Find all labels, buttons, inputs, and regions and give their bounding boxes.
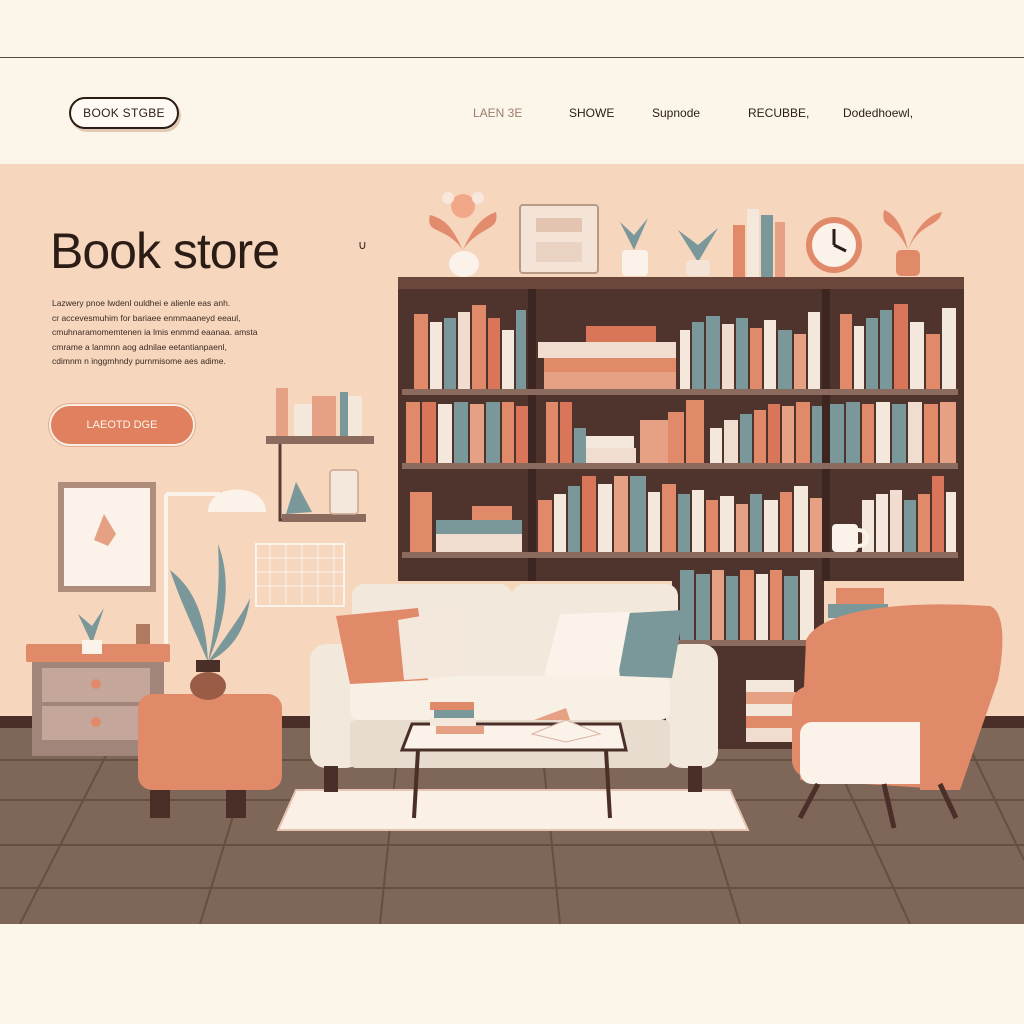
hero-description: Lazwery pnoe lwdenl ouldhei e alienle ea… [52,296,314,369]
sofa [310,584,718,792]
hero-description-line: cmrame a lanmnn aog adnilae eetantianpae… [52,341,227,352]
potted-plant-icon [170,544,250,700]
hero-description-line: cmuhnaramomemtenen ia lmis enmmd eaanaa.… [52,327,258,337]
framed-picture-icon [58,482,156,592]
hero-title: Book store [50,223,280,279]
hero-description-line: cr accevesmuhim for bariaee enmmaaneyd e… [52,312,241,323]
potted-plant-icon [429,192,497,277]
armchair [792,604,1003,829]
clock-icon [806,217,862,273]
chevron-down-icon[interactable]: ∪ [358,238,367,252]
book-stack [733,209,785,277]
wall-shelf [255,388,374,607]
potted-plant-icon [620,218,648,276]
room-illustration [0,192,1024,925]
hero-description-line: Lazwery pnoe lwdenl ouldhei e alienle ea… [52,298,231,308]
storage-box [519,204,599,274]
potted-plant-icon [678,228,718,276]
rug [276,789,750,831]
page-footer-space [0,924,1024,1024]
potted-plant-icon [883,210,942,276]
cta-button[interactable]: LAEOTD DGE [49,404,195,446]
hero-description-line: cdimnm n inggmhndy purnmisome aes adime. [52,356,226,366]
